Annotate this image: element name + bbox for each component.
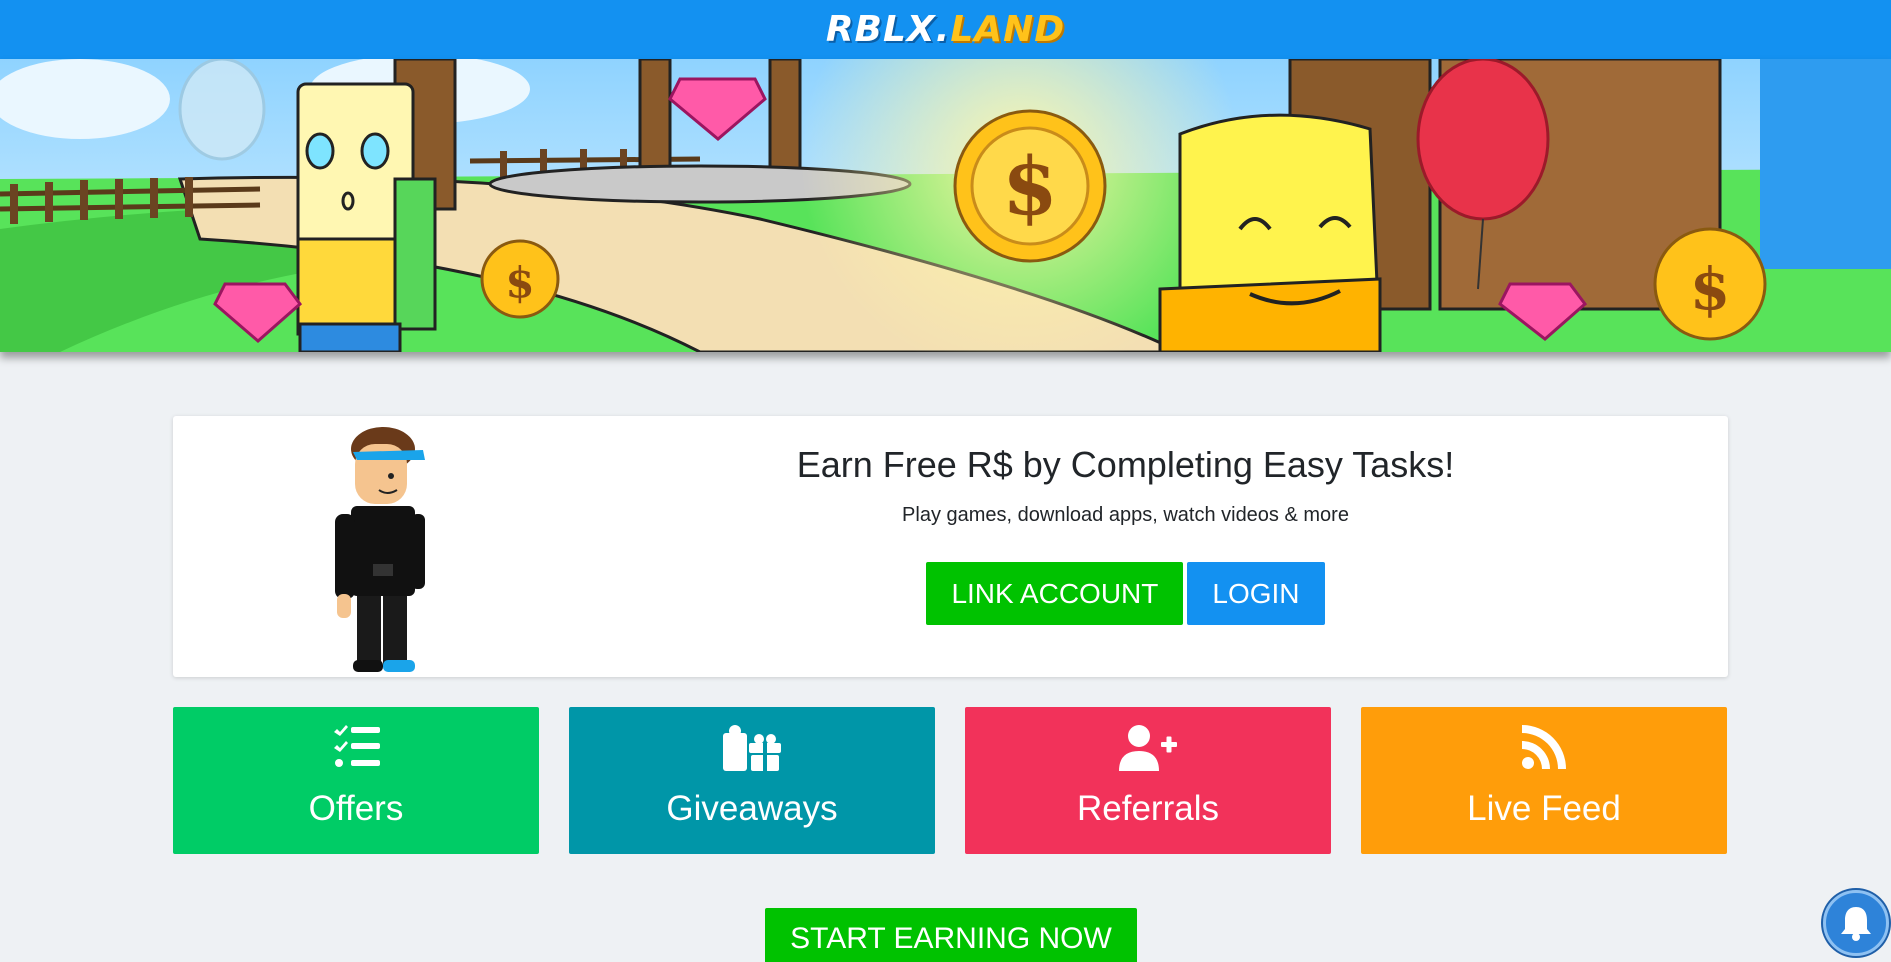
logo-text-rblx: RBLX. <box>825 9 951 50</box>
rss-icon <box>1522 725 1566 769</box>
tile-offers[interactable]: Offers <box>173 707 539 854</box>
link-account-button[interactable]: LINK ACCOUNT <box>926 562 1184 625</box>
gift-icon <box>723 725 781 771</box>
tile-live-feed[interactable]: Live Feed <box>1361 707 1727 854</box>
feature-tiles: Offers Giveaways Referrals Live Feed <box>173 707 1728 854</box>
tile-giveaways-label: Giveaways <box>666 789 838 828</box>
site-logo[interactable]: RBLX.LAND <box>826 9 1065 50</box>
hero-text-area: Earn Free R$ by Completing Easy Tasks! P… <box>523 416 1728 677</box>
top-navbar: RBLX.LAND <box>0 0 1891 59</box>
hero-subtitle: Play games, download apps, watch videos … <box>902 504 1349 526</box>
hero-card: Earn Free R$ by Completing Easy Tasks! P… <box>173 416 1728 677</box>
tile-offers-label: Offers <box>308 789 404 828</box>
hero-banner-image: $ $ $ <box>0 59 1891 352</box>
notification-bell-button[interactable] <box>1823 890 1889 956</box>
svg-text:$: $ <box>1690 255 1730 323</box>
checklist-icon <box>334 725 380 767</box>
svg-text:$: $ <box>505 258 534 307</box>
tile-referrals-label: Referrals <box>1077 789 1219 828</box>
tile-giveaways[interactable]: Giveaways <box>569 707 935 854</box>
tile-referrals[interactable]: Referrals <box>965 707 1331 854</box>
bell-icon <box>1841 907 1871 941</box>
logo-text-land: LAND <box>950 9 1066 50</box>
start-earning-button[interactable]: START EARNING NOW <box>765 908 1137 962</box>
roblox-avatar-image <box>335 427 425 672</box>
hero-button-group: LINK ACCOUNT LOGIN <box>523 562 1728 625</box>
tile-live-feed-label: Live Feed <box>1467 789 1621 828</box>
svg-text:$: $ <box>1002 139 1058 233</box>
hero-title: Earn Free R$ by Completing Easy Tasks! <box>796 444 1455 485</box>
login-button[interactable]: LOGIN <box>1187 562 1325 625</box>
user-plus-icon <box>1119 725 1177 771</box>
